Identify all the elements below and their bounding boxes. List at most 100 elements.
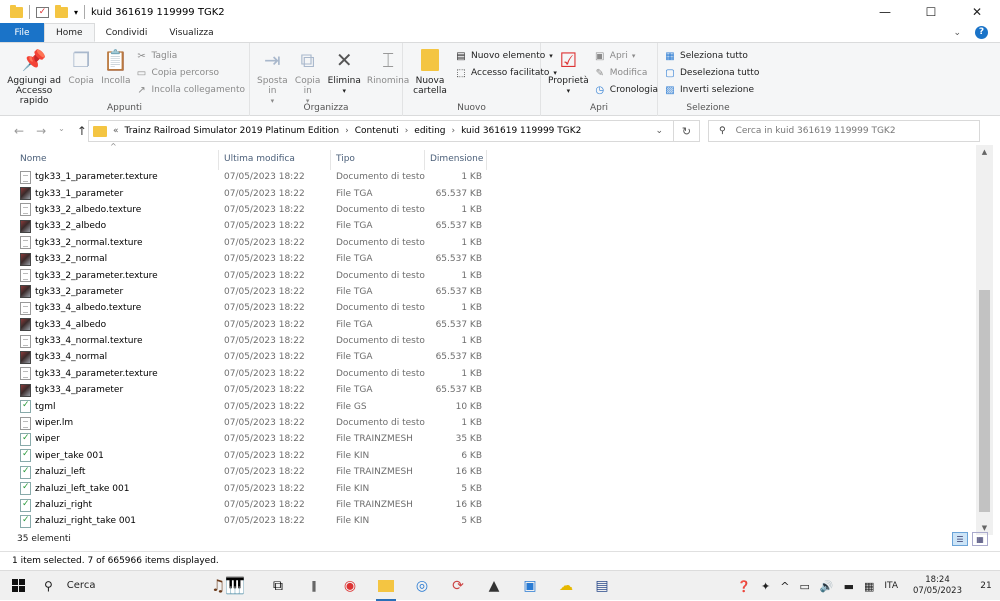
refresh-button[interactable]: ↻ [674,120,700,142]
forward-arrow-icon[interactable]: → [36,124,46,138]
network-icon[interactable]: ▭ [794,580,814,593]
file-date: 07/05/2023 18:22 [224,188,305,199]
expand-ribbon-icon[interactable]: ⌄ [953,28,961,38]
file-size: 1 KB [461,237,482,248]
vertical-scrollbar[interactable]: ▲ ▼ [976,145,993,535]
clock[interactable]: 18:24 07/05/2023 [903,575,972,597]
column-name[interactable]: Nome [16,148,216,170]
search-highlight-icon[interactable]: ♫🎹 [196,573,260,599]
minimize-button[interactable]: — [862,0,908,24]
chrome-icon[interactable]: ◉ [332,571,368,601]
breadcrumb-item[interactable]: editing [408,126,451,136]
open-button[interactable]: ▣ Apri ▾ [594,49,658,63]
properties-icon: ☑ [559,48,578,72]
recent-locations-icon[interactable]: ⌄ [58,124,65,138]
details-view-button[interactable]: ☰ [952,532,968,546]
table-row[interactable]: tgk33_2_albedo.texture 07/05/2023 18:22 Do… [0,202,976,218]
paste-shortcut-button[interactable]: ↗ Incolla collegamento [136,83,245,97]
table-row[interactable]: tgk33_2_parameter.texture 07/05/2023 18:2… [0,267,976,283]
table-row[interactable]: tgk33_2_normal.texture 07/05/2023 18:22 Do… [0,235,976,251]
gs-file-icon [20,432,31,446]
table-row[interactable]: tgk33_2_normal 07/05/2023 18:22 File TGA 65… [0,251,976,267]
search-input[interactable]: ⚲ Cerca in kuid 361619 119999 TGK2 [708,120,980,142]
back-arrow-icon[interactable]: ← [14,124,24,138]
scroll-up-icon[interactable]: ▲ [976,145,993,159]
ribbon: 📌 Aggiungi ad Accesso rapido ❐ Copia 📋 I… [0,43,1000,116]
file-name-cell: tgk33_4_albedo [20,317,220,333]
image-viewer-icon[interactable]: ▣ [512,571,548,601]
table-row[interactable]: tgk33_4_parameter 07/05/2023 18:22 File TG… [0,382,976,398]
properties-quick-icon[interactable]: ✓ [36,6,49,18]
column-size[interactable]: Dimensione [426,148,486,170]
app-icon[interactable]: ▤ [584,571,620,601]
table-row[interactable]: tgk33_4_normal 07/05/2023 18:22 File TGA 65… [0,349,976,365]
tga-file-icon [20,318,31,332]
table-row[interactable]: zhaluzi_left 07/05/2023 18:22 File TRAINZM… [0,464,976,480]
table-row[interactable]: zhaluzi_right_take 001 07/05/2023 18:22 Fi… [0,513,976,529]
table-row[interactable]: tgk33_2_albedo 07/05/2023 18:22 File TGA 65… [0,218,976,234]
help-icon[interactable]: ❓ [732,580,756,593]
large-icons-view-button[interactable]: ▦ [972,532,988,546]
scrollbar-thumb[interactable] [979,290,990,512]
column-type[interactable]: Tipo [332,148,422,170]
notifications-button[interactable]: 21 [972,571,1000,601]
app-icon[interactable]: ▲ [476,571,512,601]
table-row[interactable]: tgk33_4_normal.texture 07/05/2023 18:22 Do… [0,333,976,349]
task-view-icon[interactable]: ⧉ [260,571,296,601]
breadcrumb-item[interactable]: Contenuti [349,126,405,136]
language-indicator[interactable]: ITA [879,581,903,591]
file-explorer-icon[interactable] [368,571,404,601]
maximize-button[interactable]: ☐ [908,0,954,24]
close-button[interactable]: ✕ [954,0,1000,24]
new-folder-quick-icon[interactable] [55,4,68,18]
history-button[interactable]: ◷ Cronologia [594,83,658,97]
column-modified[interactable]: Ultima modifica [220,148,330,170]
app-icon[interactable]: ▦ [859,580,879,593]
table-row[interactable]: tgk33_4_albedo.texture 07/05/2023 18:22 Do… [0,300,976,316]
pin-label: Aggiungi ad Accesso rapido [7,76,61,106]
tab-file[interactable]: File [0,23,44,42]
tab-home[interactable]: Home [44,23,95,42]
table-row[interactable]: wiper 07/05/2023 18:22 File TRAINZMESH 35 K… [0,431,976,447]
tab-share[interactable]: Condividi [95,23,159,42]
table-row[interactable]: zhaluzi_left_take 001 07/05/2023 18:22 Fil… [0,480,976,496]
table-row[interactable]: tgk33_1_parameter.texture 07/05/2023 18:2… [0,169,976,185]
battery-icon[interactable]: ▬ [839,580,859,593]
app-icon[interactable]: ⟳ [440,571,476,601]
breadcrumb-item[interactable]: Trainz Railroad Simulator 2019 Platinum … [119,126,346,136]
text-file-icon [20,334,31,348]
invert-selection-icon: ▨ [665,84,675,96]
table-row[interactable]: wiper_take 001 07/05/2023 18:22 File KIN 6 … [0,448,976,464]
app-icon[interactable]: ✦ [756,580,775,593]
onedrive-icon[interactable]: ☁ [548,571,584,601]
table-row[interactable]: tgk33_1_parameter 07/05/2023 18:22 File TG… [0,185,976,201]
chevron-up-icon[interactable]: ^ [775,580,794,593]
widgets-icon[interactable]: ‖ [296,571,332,601]
trainz-icon[interactable]: ◎ [404,571,440,601]
select-all-button[interactable]: ▦ Seleziona tutto [664,49,759,63]
address-bar[interactable]: « Trainz Railroad Simulator 2019 Platinu… [88,120,674,142]
cut-button[interactable]: ✂ Taglia [136,49,245,63]
clock-time: 18:24 [925,575,950,585]
table-row[interactable]: zhaluzi_right 07/05/2023 18:22 File TRAINZ… [0,497,976,513]
table-row[interactable]: wiper.lm 07/05/2023 18:22 Documento di tes… [0,415,976,431]
chevron-down-icon[interactable]: ⌄ [655,126,663,136]
edit-button[interactable]: ✎ Modifica [594,66,658,80]
invert-selection-button[interactable]: ▨ Inverti selezione [664,83,759,97]
file-size: 1 KB [461,172,482,183]
table-row[interactable]: tgk33_4_parameter.texture 07/05/2023 18:2… [0,366,976,382]
file-date: 07/05/2023 18:22 [224,500,305,510]
table-row[interactable]: tgk33_4_albedo 07/05/2023 18:22 File TGA 65… [0,317,976,333]
table-row[interactable]: tgk33_2_parameter 07/05/2023 18:22 File TG… [0,284,976,300]
up-arrow-icon[interactable]: ↑ [77,124,87,138]
tab-view[interactable]: Visualizza [158,23,224,42]
breadcrumb-item[interactable]: kuid 361619 119999 TGK2 [455,126,587,136]
start-button[interactable] [0,571,36,601]
help-icon[interactable]: ? [975,26,988,39]
copy-path-button[interactable]: ▭ Copia percorso [136,66,245,80]
select-none-button[interactable]: ▢ Deseleziona tutto [664,66,759,80]
taskbar-search[interactable]: ⚲ Cerca [36,571,196,601]
customize-quick-access-icon[interactable]: ▾ [74,8,78,17]
table-row[interactable]: tgml 07/05/2023 18:22 File GS 10 KB [0,398,976,414]
volume-icon[interactable]: 🔊 [815,580,839,593]
